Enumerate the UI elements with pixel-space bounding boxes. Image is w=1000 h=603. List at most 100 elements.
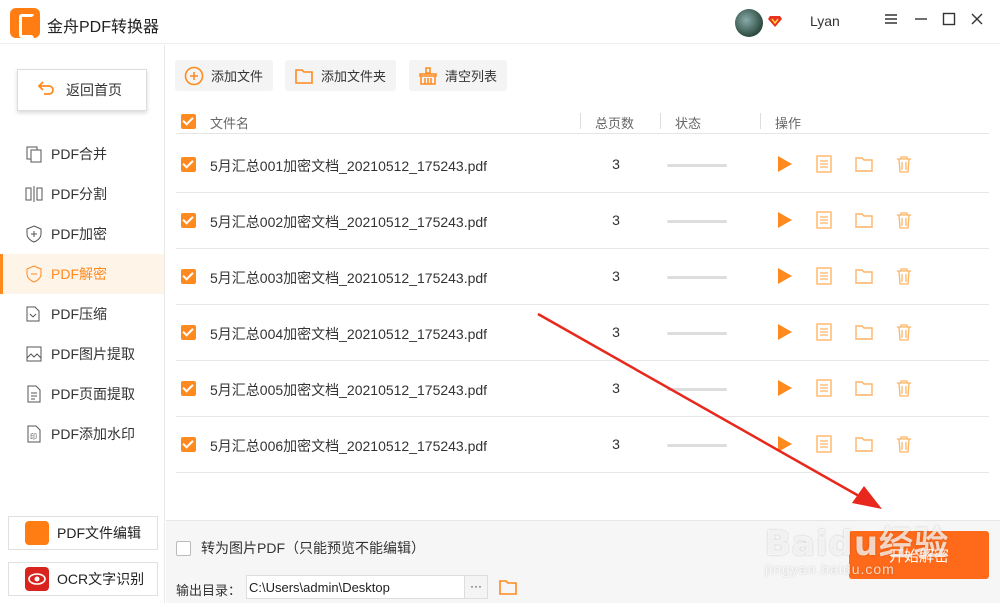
header-pages: 总页数 — [595, 116, 635, 131]
document-icon[interactable] — [814, 210, 834, 230]
table-row[interactable]: 5月汇总006加密文档_20210512_175243.pdf 3 — [176, 417, 989, 473]
split-icon — [24, 184, 44, 204]
header-divider — [580, 113, 581, 129]
vip-badge-icon[interactable] — [768, 15, 782, 28]
open-folder-icon[interactable] — [498, 577, 518, 597]
avatar[interactable] — [735, 9, 763, 37]
document-icon[interactable] — [814, 434, 834, 454]
ocr-tool[interactable]: OCR文字识别 — [8, 562, 158, 596]
table-row[interactable]: 5月汇总004加密文档_20210512_175243.pdf 3 — [176, 305, 989, 361]
file-name: 5月汇总003加密文档_20210512_175243.pdf — [210, 270, 488, 286]
trash-icon[interactable] — [894, 266, 914, 286]
play-icon[interactable] — [774, 154, 794, 174]
trash-icon[interactable] — [894, 434, 914, 454]
trash-icon[interactable] — [894, 378, 914, 398]
convert-image-option[interactable]: 转为图片PDF（只能预览不能编辑） — [176, 538, 425, 558]
sidebar-item-decrypt[interactable]: PDF解密 — [0, 254, 164, 294]
trash-icon[interactable] — [894, 154, 914, 174]
status-progress-bar — [667, 164, 727, 167]
file-name: 5月汇总002加密文档_20210512_175243.pdf — [210, 214, 488, 230]
status-progress-bar — [667, 276, 727, 279]
clear-list-button[interactable]: 清空列表 — [409, 60, 508, 91]
table-row[interactable]: 5月汇总002加密文档_20210512_175243.pdf 3 — [176, 193, 989, 249]
play-icon[interactable] — [774, 378, 794, 398]
sidebar-item-label: PDF加密 — [51, 226, 107, 242]
menu-icon[interactable] — [881, 12, 901, 32]
row-checkbox[interactable] — [181, 213, 196, 228]
header-filename: 文件名 — [210, 116, 250, 131]
folder-icon[interactable] — [854, 154, 874, 174]
sidebar-item-extract-image[interactable]: PDF图片提取 — [0, 334, 164, 374]
play-icon[interactable] — [774, 266, 794, 286]
status-progress-bar — [667, 220, 727, 223]
page-count: 3 — [612, 380, 620, 396]
pdf-edit-icon — [25, 521, 49, 545]
sidebar-item-merge[interactable]: PDF合并 — [0, 134, 164, 174]
output-path-field[interactable]: C:\Users\admin\Desktop — [246, 575, 466, 599]
pdf-edit-tool-label: PDF文件编辑 — [57, 525, 141, 541]
add-file-button[interactable]: 添加文件 — [175, 60, 274, 91]
file-name: 5月汇总006加密文档_20210512_175243.pdf — [210, 438, 488, 454]
maximize-icon[interactable] — [939, 12, 959, 32]
table-header: 文件名 总页数 状态 操作 — [176, 109, 989, 134]
folder-icon[interactable] — [854, 378, 874, 398]
document-icon[interactable] — [814, 378, 834, 398]
sidebar-item-split[interactable]: PDF分割 — [0, 174, 164, 214]
sidebar-item-label: PDF压缩 — [51, 306, 107, 322]
add-file-label: 添加文件 — [211, 69, 264, 84]
play-icon[interactable] — [774, 210, 794, 230]
row-checkbox[interactable] — [181, 381, 196, 396]
table-row[interactable]: 5月汇总003加密文档_20210512_175243.pdf 3 — [176, 249, 989, 305]
pdf-edit-tool[interactable]: PDF文件编辑 — [8, 516, 158, 550]
sidebar-item-compress[interactable]: PDF压缩 — [0, 294, 164, 334]
shield-minus-icon — [24, 264, 44, 284]
row-checkbox[interactable] — [181, 269, 196, 284]
start-decrypt-button[interactable]: 开始解密 — [849, 531, 989, 579]
table-row[interactable]: 5月汇总005加密文档_20210512_175243.pdf 3 — [176, 361, 989, 417]
document-icon[interactable] — [814, 154, 834, 174]
home-button[interactable]: 返回首页 — [17, 69, 147, 111]
close-icon[interactable] — [967, 12, 987, 32]
sidebar-item-watermark[interactable]: 印 PDF添加水印 — [0, 414, 164, 454]
select-all-checkbox[interactable] — [181, 114, 196, 129]
folder-icon[interactable] — [854, 266, 874, 286]
header-divider — [660, 113, 661, 129]
shield-plus-icon — [24, 224, 44, 244]
page-count: 3 — [612, 436, 620, 452]
folder-icon[interactable] — [854, 322, 874, 342]
sidebar-item-label: PDF合并 — [51, 146, 107, 162]
row-checkbox[interactable] — [181, 157, 196, 172]
add-folder-button[interactable]: 添加文件夹 — [285, 60, 397, 91]
app-logo-icon — [10, 8, 40, 38]
ocr-tool-label: OCR文字识别 — [57, 571, 145, 587]
sidebar-item-label: PDF图片提取 — [51, 346, 135, 362]
document-icon[interactable] — [814, 266, 834, 286]
row-checkbox[interactable] — [181, 437, 196, 452]
footer-bar: 转为图片PDF（只能预览不能编辑） 输出目录： C:\Users\admin\D… — [166, 520, 1000, 603]
title-bar: 金舟PDF转换器 Lyan — [0, 0, 1000, 44]
sidebar-item-label: PDF分割 — [51, 186, 107, 202]
trash-icon[interactable] — [894, 322, 914, 342]
convert-image-checkbox[interactable] — [176, 540, 191, 556]
browse-button[interactable]: ··· — [464, 575, 488, 599]
play-icon[interactable] — [774, 322, 794, 342]
broom-icon — [417, 65, 439, 87]
trash-icon[interactable] — [894, 210, 914, 230]
row-checkbox[interactable] — [181, 325, 196, 340]
play-icon[interactable] — [774, 434, 794, 454]
page-count: 3 — [612, 268, 620, 284]
user-name[interactable]: Lyan — [810, 13, 840, 29]
sidebar-item-encrypt[interactable]: PDF加密 — [0, 214, 164, 254]
clear-list-label: 清空列表 — [445, 69, 498, 84]
minimize-icon[interactable] — [911, 12, 931, 32]
add-folder-label: 添加文件夹 — [321, 69, 387, 84]
page-count: 3 — [612, 212, 620, 228]
table-row[interactable]: 5月汇总001加密文档_20210512_175243.pdf 3 — [176, 137, 989, 193]
output-dir-label: 输出目录： — [176, 583, 242, 598]
folder-icon[interactable] — [854, 210, 874, 230]
sidebar-item-extract-page[interactable]: PDF页面提取 — [0, 374, 164, 414]
document-icon[interactable] — [814, 322, 834, 342]
main-panel: 添加文件 添加文件夹 清空列表 文件名 总页数 状态 操作 5月汇总001加密文… — [166, 45, 1000, 603]
compress-icon — [24, 304, 44, 324]
folder-icon[interactable] — [854, 434, 874, 454]
